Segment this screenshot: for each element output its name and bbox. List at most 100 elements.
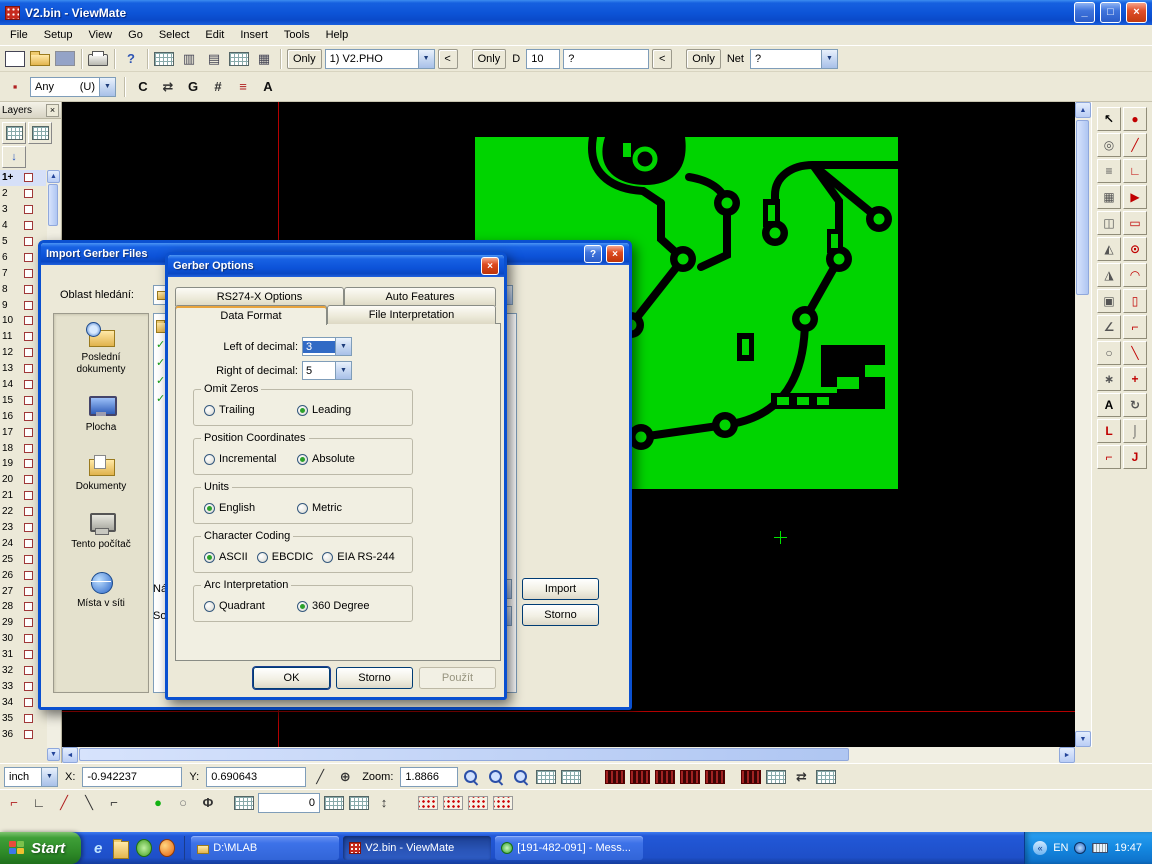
taskbar-clock[interactable]: 19:47 xyxy=(1114,842,1142,854)
radio-360-degree[interactable]: 360 Degree xyxy=(297,600,390,612)
chevron-down-icon[interactable] xyxy=(821,50,837,68)
rotate-tool[interactable]: ↻ xyxy=(1123,393,1147,417)
zoom-circle-tool[interactable]: ○ xyxy=(1097,341,1121,365)
report-window-icon[interactable]: ▦ xyxy=(254,49,274,69)
radio-metric[interactable]: Metric xyxy=(297,502,390,514)
layer-visible-box[interactable] xyxy=(24,730,33,739)
layer-visible-box[interactable] xyxy=(24,555,33,564)
pad-top-left-icon[interactable]: ⌐ xyxy=(4,793,24,813)
grid-on-icon[interactable] xyxy=(234,796,254,810)
layer-stack-button-2[interactable] xyxy=(28,122,52,144)
layer-row-3[interactable]: 3 xyxy=(0,202,46,218)
snap-grid-icon[interactable] xyxy=(324,796,344,810)
scroll-left-icon[interactable]: ◄ xyxy=(62,747,78,763)
chevron-down-icon[interactable] xyxy=(335,362,351,379)
dcode-table-icon[interactable] xyxy=(154,52,174,66)
ok-button[interactable]: OK xyxy=(253,667,330,689)
pattern-3-icon[interactable] xyxy=(468,796,488,810)
layer-visible-box[interactable] xyxy=(24,698,33,707)
layer-visible-box[interactable] xyxy=(24,444,33,453)
canvas-vertical-scrollbar[interactable]: ▲ ▼ xyxy=(1075,102,1091,747)
mini-grid-icon[interactable] xyxy=(816,770,836,784)
flip-vertical-tool[interactable]: ◭ xyxy=(1097,237,1121,261)
circle-dcode-icon[interactable]: C xyxy=(133,77,153,97)
menu-go[interactable]: Go xyxy=(120,27,151,43)
flip-horizontal-tool[interactable]: ◮ xyxy=(1097,263,1121,287)
measure-angle-tool[interactable]: ∠ xyxy=(1097,315,1121,339)
pan-origin-tool[interactable]: ◎ xyxy=(1097,133,1121,157)
apply-button[interactable]: Použít xyxy=(419,667,496,689)
taskbar-task-v2-bin-viewmate[interactable]: V2.bin - ViewMate xyxy=(343,836,491,860)
open-file-icon[interactable] xyxy=(30,54,50,66)
menu-tools[interactable]: Tools xyxy=(276,27,318,43)
layer-row-36[interactable]: 36 xyxy=(0,726,46,742)
pattern-4-icon[interactable] xyxy=(493,796,513,810)
layer-table-icon[interactable]: ▤ xyxy=(204,49,224,69)
dcode-value-field[interactable]: 10 xyxy=(526,49,560,69)
scrollbar-thumb[interactable] xyxy=(1076,120,1089,295)
measure-line-icon[interactable]: ╱ xyxy=(310,767,330,787)
film-strip-icon[interactable] xyxy=(741,770,761,784)
active-dcode-icon[interactable]: ▪ xyxy=(5,77,25,97)
taskbar-task-191-482-091-mess[interactable]: [191-482-091] - Mess... xyxy=(495,836,643,860)
y-coordinate-field[interactable]: 0.690643 xyxy=(206,767,306,787)
units-combo[interactable]: inch xyxy=(4,767,58,787)
cancel-button[interactable]: Storno xyxy=(336,667,413,689)
dot-grid-icon[interactable] xyxy=(349,796,369,810)
layer-visible-box[interactable] xyxy=(24,173,33,182)
layer-visible-box[interactable] xyxy=(24,682,33,691)
aperture-list-icon[interactable]: ▥ xyxy=(179,49,199,69)
save-file-icon[interactable] xyxy=(55,51,75,66)
tab-file-interpretation[interactable]: File Interpretation xyxy=(327,305,496,324)
layer-visible-box[interactable] xyxy=(24,332,33,341)
layer-visible-box[interactable] xyxy=(24,237,33,246)
menu-insert[interactable]: Insert xyxy=(232,27,276,43)
pad-corner-icon[interactable]: ⌐ xyxy=(104,793,124,813)
point-tool[interactable]: ● xyxy=(1123,107,1147,131)
chevron-down-icon[interactable] xyxy=(41,768,57,786)
radio-leading[interactable]: Leading xyxy=(297,404,390,416)
layer-visible-box[interactable] xyxy=(24,507,33,516)
dialog-close-icon[interactable]: × xyxy=(481,257,499,275)
gerber-dialog-title-bar[interactable]: Gerber Options × xyxy=(168,255,504,277)
aperture-grid-icon[interactable]: # xyxy=(208,77,228,97)
dcode-filter-field[interactable]: ? xyxy=(563,49,649,69)
dialog-help-icon[interactable]: ? xyxy=(584,245,602,263)
online-dot-icon[interactable]: ● xyxy=(148,793,168,813)
only-net-toggle[interactable]: Only xyxy=(686,49,721,69)
layer-visible-box[interactable] xyxy=(24,428,33,437)
fill-area-tool[interactable]: ▦ xyxy=(1097,185,1121,209)
place-network-places[interactable]: Místa v síti xyxy=(54,560,148,619)
layer-visible-box[interactable] xyxy=(24,364,33,373)
trace-tool[interactable]: ╲ xyxy=(1123,341,1147,365)
chevron-down-icon[interactable] xyxy=(418,50,434,68)
pad-stack-tool[interactable]: ▣ xyxy=(1097,289,1121,313)
net-select-combo[interactable]: ? xyxy=(750,49,838,69)
place-desktop[interactable]: Plocha xyxy=(54,384,148,443)
circle-tool[interactable]: ⊙ xyxy=(1123,237,1147,261)
layer-visible-box[interactable] xyxy=(24,571,33,580)
rotation-value-field[interactable]: 0 xyxy=(258,793,320,813)
messenger-tray-icon[interactable] xyxy=(1074,842,1086,854)
text-style-icon[interactable]: A xyxy=(258,77,278,97)
ie-launcher-icon[interactable]: e xyxy=(90,839,106,857)
text-tool[interactable]: A xyxy=(1097,393,1121,417)
close-button[interactable]: × xyxy=(1126,2,1147,23)
layer-visible-box[interactable] xyxy=(24,316,33,325)
film-box-icon[interactable] xyxy=(229,52,249,66)
slot-pad-tool[interactable]: ▯ xyxy=(1123,289,1147,313)
taskbar-task-d-mlab[interactable]: D:\MLAB xyxy=(191,836,339,860)
radio-ebcdic[interactable]: EBCDIC xyxy=(257,551,314,563)
grid-table-icon[interactable] xyxy=(536,770,556,784)
pan-updown-icon[interactable]: ↕ xyxy=(374,793,394,813)
cross-pad-tool[interactable]: + xyxy=(1123,367,1147,391)
menu-select[interactable]: Select xyxy=(151,27,198,43)
menu-help[interactable]: Help xyxy=(318,27,357,43)
layer-visible-box[interactable] xyxy=(24,221,33,230)
canvas-horizontal-scrollbar[interactable]: ◄ ► xyxy=(62,747,1075,763)
highlight-bars-icon[interactable]: ≡ xyxy=(233,77,253,97)
folder-launcher-icon[interactable] xyxy=(113,841,129,859)
import-cancel-button[interactable]: Storno xyxy=(522,604,599,626)
right-of-decimal-combo[interactable]: 5 xyxy=(302,361,352,380)
layers-panel-close-icon[interactable]: × xyxy=(46,104,59,117)
